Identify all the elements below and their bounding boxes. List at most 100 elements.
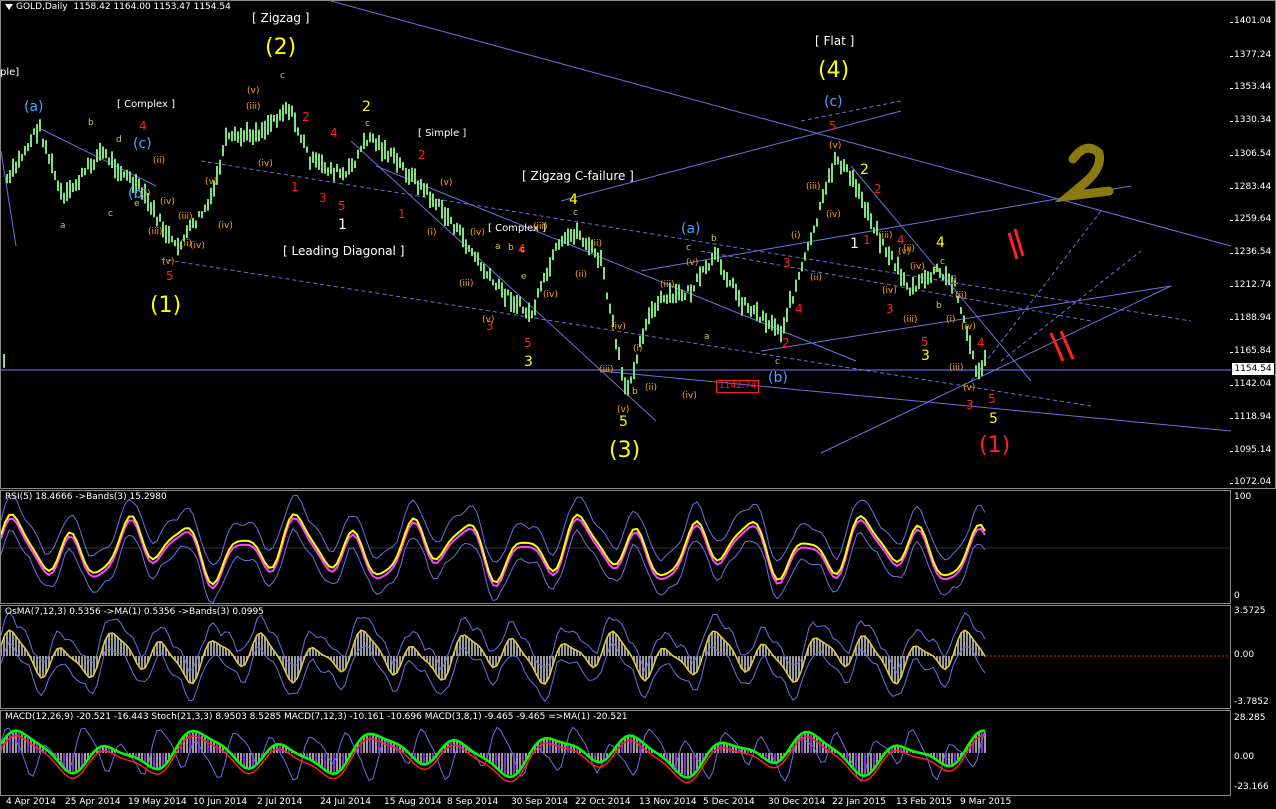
wave-label: 3 [319,191,327,205]
price-tick [1230,451,1233,452]
wave-label: (iv) [682,391,697,401]
trendline[interactable] [600,370,1232,432]
wave-label: (ii) [645,383,658,393]
wave-label: 2 [782,336,790,350]
wave-label: 1 [850,236,859,252]
date-label: 13 Nov 2014 [639,797,697,807]
wave-label: a [934,265,940,275]
wave-label: (iii) [599,365,614,375]
price-tick-label: 1259.64 [1234,214,1272,224]
wave-label: (ii) [955,291,968,301]
wave-label: (ii) [590,239,603,249]
wave-label: (b) [768,370,788,386]
date-label: 30 Dec 2014 [768,797,826,807]
rsi-lower-band [1,527,986,603]
wave-label: (4) [818,58,850,83]
wave-label: 4 [936,235,945,251]
wave-label: [ Flat ] [815,34,855,48]
wave-label: 1 [863,233,871,247]
wave-label: (v) [686,258,699,268]
price-tick-label: 1165.84 [1234,346,1272,356]
price-tick [1230,121,1233,122]
price-tick-label: 1142.04 [1234,379,1272,389]
price-axis: 1401.04 1377.24 1353.44 1330.34 1306.54 1283.… [1230,0,1276,489]
date-label: 25 Apr 2014 [65,797,121,807]
wave-label: (ii) [810,273,823,283]
wave-label: e [134,199,140,209]
wave-label: (v) [617,405,630,415]
osma-canvas [1,611,1230,703]
wave-label: (iii) [806,182,821,192]
wave-label: c [686,243,691,253]
trendline[interactable] [970,210,1102,382]
trendline[interactable] [800,100,902,122]
wave-label: 5 [921,335,929,349]
collapse-triangle-icon[interactable] [5,3,13,10]
wave-label: (iv) [190,241,205,251]
wave-label: c [280,71,285,81]
wave-label: c [108,209,113,219]
wave-label: (v) [205,177,218,187]
wave-label: 5 [989,411,998,427]
macd-pane[interactable]: MACD(12,26,9) -20.521 -16.443 Stoch(21,3… [0,710,1231,796]
date-label: 13 Feb 2015 [896,797,953,807]
wave-label: 5 [988,392,996,406]
hand-drawn-2-mark [1054,143,1114,203]
rsi-pane[interactable]: RSI(5) 18.4666 ->Bands(3) 15.2980 [0,490,1231,604]
wave-label: (iii) [459,279,474,289]
price-tick [1230,220,1233,221]
wave-label: (iv) [258,159,273,169]
trendline[interactable] [560,110,902,202]
trendline[interactable] [350,140,657,422]
wave-label: (i) [427,228,437,238]
wave-label: c [365,119,370,129]
wave-label: (v) [247,86,260,96]
wave-label: (v) [162,257,175,267]
trendline[interactable] [1000,250,1142,362]
osma-title: OsMA(7,12,3) 0.5356 ->MA(1) 0.5356 ->Ban… [5,607,264,617]
price-tick-label: 1095.14 [1234,445,1272,455]
price-tick [1230,319,1233,320]
price-tick [1230,56,1233,57]
price-tick [1230,286,1233,287]
wave-label: 2 [362,99,371,115]
wave-label: d [116,135,122,145]
wave-label: a [704,332,710,342]
wave-label: (ii) [903,244,916,254]
wave-label: (iii) [660,280,675,290]
wave-label: (i) [141,189,151,199]
trendline[interactable] [200,160,1192,322]
wave-label: (iv) [160,197,175,207]
osma-pane[interactable]: OsMA(7,12,3) 0.5356 ->MA(1) 0.5356 ->Ban… [0,605,1231,709]
price-tick-label: 1283.44 [1234,182,1272,192]
wave-label: b [711,234,717,244]
rsi-canvas [1,494,1230,603]
date-label: 19 May 2014 [128,797,187,807]
wave-label: 5 [524,336,532,350]
date-label: 9 Mar 2015 [960,797,1012,807]
wave-label: (1) [979,433,1011,458]
wave-label: (v) [829,141,842,151]
wave-label: 2 [418,148,426,162]
wave-label: (v) [482,315,495,325]
wave-label: (iv) [910,262,925,272]
wave-label: [ Zigzag C-failure ] [522,169,634,183]
wave-label: 1 [291,180,299,194]
price-tick-label: 1212.74 [1234,280,1272,290]
wave-label: [ Zigzag ] [252,11,310,25]
date-label: 5 Dec 2014 [703,797,755,807]
rsi-title: RSI(5) 18.4666 ->Bands(3) 15.2980 [5,492,167,502]
date-label: 22 Jan 2015 [832,797,886,807]
trendline[interactable] [330,1,1232,247]
current-price-badge: 1154.54 [1232,363,1274,375]
wave-label: (i) [946,315,956,325]
date-label: 30 Sep 2014 [511,797,569,807]
price-tick-label: 1072.04 [1234,477,1272,487]
wave-label: c [520,245,525,255]
wave-label: b [936,301,942,311]
macd-axis: 28.285 0.00 -23.166 [1234,713,1269,792]
wave-label: [ Complex ] [117,99,176,110]
wave-label: [ Simple ] [418,128,467,139]
wave-label: (iii) [148,227,163,237]
wave-label: 2 [860,162,869,178]
